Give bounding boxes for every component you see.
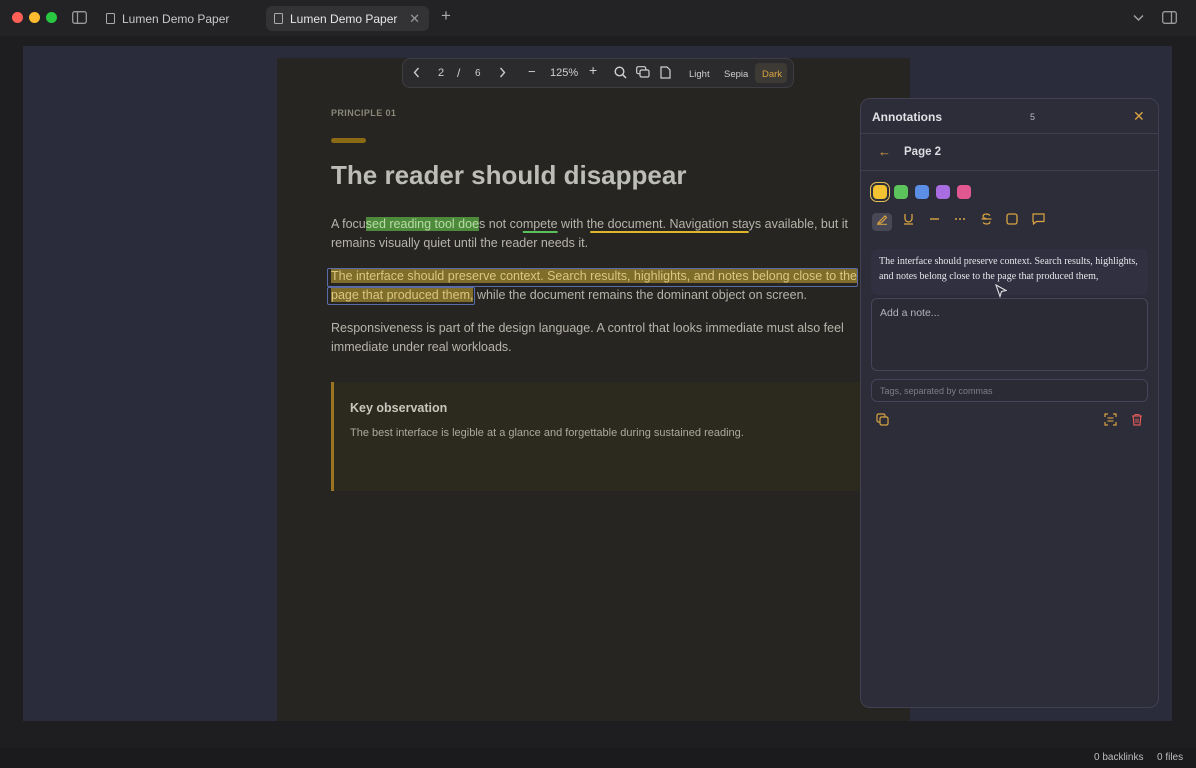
- text-run: while the document remains the dominant …: [473, 288, 807, 302]
- paragraph-1: A focused reading tool does not compete …: [331, 215, 861, 253]
- right-panel-icon[interactable]: [1162, 11, 1177, 27]
- total-pages: 6: [475, 68, 481, 79]
- tab-active[interactable]: Lumen Demo Paper ✕: [266, 6, 429, 31]
- zoom-out-icon[interactable]: −: [528, 65, 536, 78]
- color-swatch-purple[interactable]: [936, 185, 950, 199]
- scan-icon[interactable]: [1104, 413, 1117, 429]
- current-page-input[interactable]: 2: [438, 67, 444, 80]
- strike-line-icon[interactable]: [924, 213, 944, 231]
- tab-label: Lumen Demo Paper: [122, 11, 230, 26]
- search-icon[interactable]: [614, 66, 627, 83]
- close-window-button[interactable]: [12, 12, 23, 23]
- zoom-window-button[interactable]: [46, 12, 57, 23]
- note-input[interactable]: [871, 298, 1148, 371]
- text-run: s not: [479, 217, 510, 231]
- close-tab-icon[interactable]: ✕: [409, 11, 420, 27]
- yellow-underline[interactable]: he document. Navigation sta: [590, 217, 748, 231]
- annotation-count: 5: [1030, 112, 1036, 122]
- page-title: The reader should disappear: [331, 160, 687, 190]
- annotations-panel: Annotations 5 ✕ ← Page 2 The interface s…: [860, 98, 1159, 708]
- accent-bar: [331, 138, 366, 143]
- trash-icon[interactable]: [1131, 413, 1143, 429]
- active-annotation-outline: [327, 268, 858, 287]
- text-run: with: [557, 217, 587, 231]
- paragraph-3: Responsiveness is part of the design lan…: [331, 321, 844, 354]
- key-observation-callout: Key observation The best interface is le…: [331, 382, 861, 491]
- comment-icon[interactable]: [1028, 213, 1048, 231]
- status-bar: 0 backlinks 0 files: [0, 748, 1196, 768]
- strikethrough-icon[interactable]: [976, 213, 996, 231]
- sidebar-toggle-icon[interactable]: [72, 11, 87, 27]
- copy-icon[interactable]: [876, 413, 889, 429]
- backlinks-count[interactable]: 0 backlinks: [1094, 752, 1143, 763]
- document-icon: [274, 13, 283, 24]
- zoom-level: 125%: [550, 67, 579, 79]
- new-tab-icon[interactable]: +: [441, 7, 451, 24]
- theme-dark-button[interactable]: Dark: [762, 68, 782, 81]
- tab-label: Lumen Demo Paper: [290, 11, 398, 26]
- callout-text: The best interface is legible at a glanc…: [350, 427, 744, 439]
- panel-title: Annotations: [872, 110, 942, 124]
- section-eyebrow: PRINCIPLE 01: [331, 108, 397, 118]
- divider: [861, 170, 1158, 171]
- document-icon: [106, 13, 115, 24]
- theme-light-button[interactable]: Light: [689, 68, 710, 81]
- green-highlight[interactable]: sed reading tool doe: [365, 217, 480, 231]
- zoom-in-icon[interactable]: +: [589, 63, 597, 77]
- close-panel-icon[interactable]: ✕: [1133, 108, 1145, 125]
- files-count[interactable]: 0 files: [1157, 752, 1183, 763]
- annotation-page-label: Page 2: [904, 146, 942, 158]
- callout-title: Key observation: [350, 401, 448, 415]
- tab-inactive[interactable]: Lumen Demo Paper: [98, 6, 258, 31]
- tags-input[interactable]: [871, 379, 1148, 402]
- box-icon[interactable]: [1002, 213, 1022, 231]
- divider: [861, 133, 1158, 134]
- page-separator: /: [457, 66, 461, 80]
- color-swatch-pink[interactable]: [957, 185, 971, 199]
- annotation-quote: The interface should preserve context. S…: [871, 249, 1148, 295]
- theme-sepia-button[interactable]: Sepia: [724, 68, 748, 81]
- underline-icon[interactable]: [898, 213, 918, 231]
- text-run: co: [509, 217, 523, 231]
- back-arrow-icon[interactable]: ←: [878, 144, 891, 159]
- color-swatch-green[interactable]: [894, 185, 908, 199]
- chevron-down-icon[interactable]: [1133, 11, 1144, 25]
- color-swatch-yellow[interactable]: [873, 185, 887, 199]
- color-swatch-blue[interactable]: [915, 185, 929, 199]
- page-icon[interactable]: [660, 66, 671, 83]
- minimize-window-button[interactable]: [29, 12, 40, 23]
- dotted-line-icon[interactable]: [950, 213, 970, 231]
- title-bar: Lumen Demo Paper Lumen Demo Paper ✕ +: [0, 0, 1196, 36]
- reader-toolbar: 2 / 6 − 125% + Light Sepia Dark: [402, 58, 794, 88]
- comments-icon[interactable]: [636, 66, 650, 83]
- highlight-icon[interactable]: [872, 213, 892, 231]
- active-annotation-outline: [327, 287, 475, 305]
- prev-page-icon[interactable]: [413, 67, 420, 82]
- text-run: A focu: [331, 217, 366, 231]
- green-underline[interactable]: mpete: [523, 217, 558, 231]
- next-page-icon[interactable]: [499, 67, 506, 82]
